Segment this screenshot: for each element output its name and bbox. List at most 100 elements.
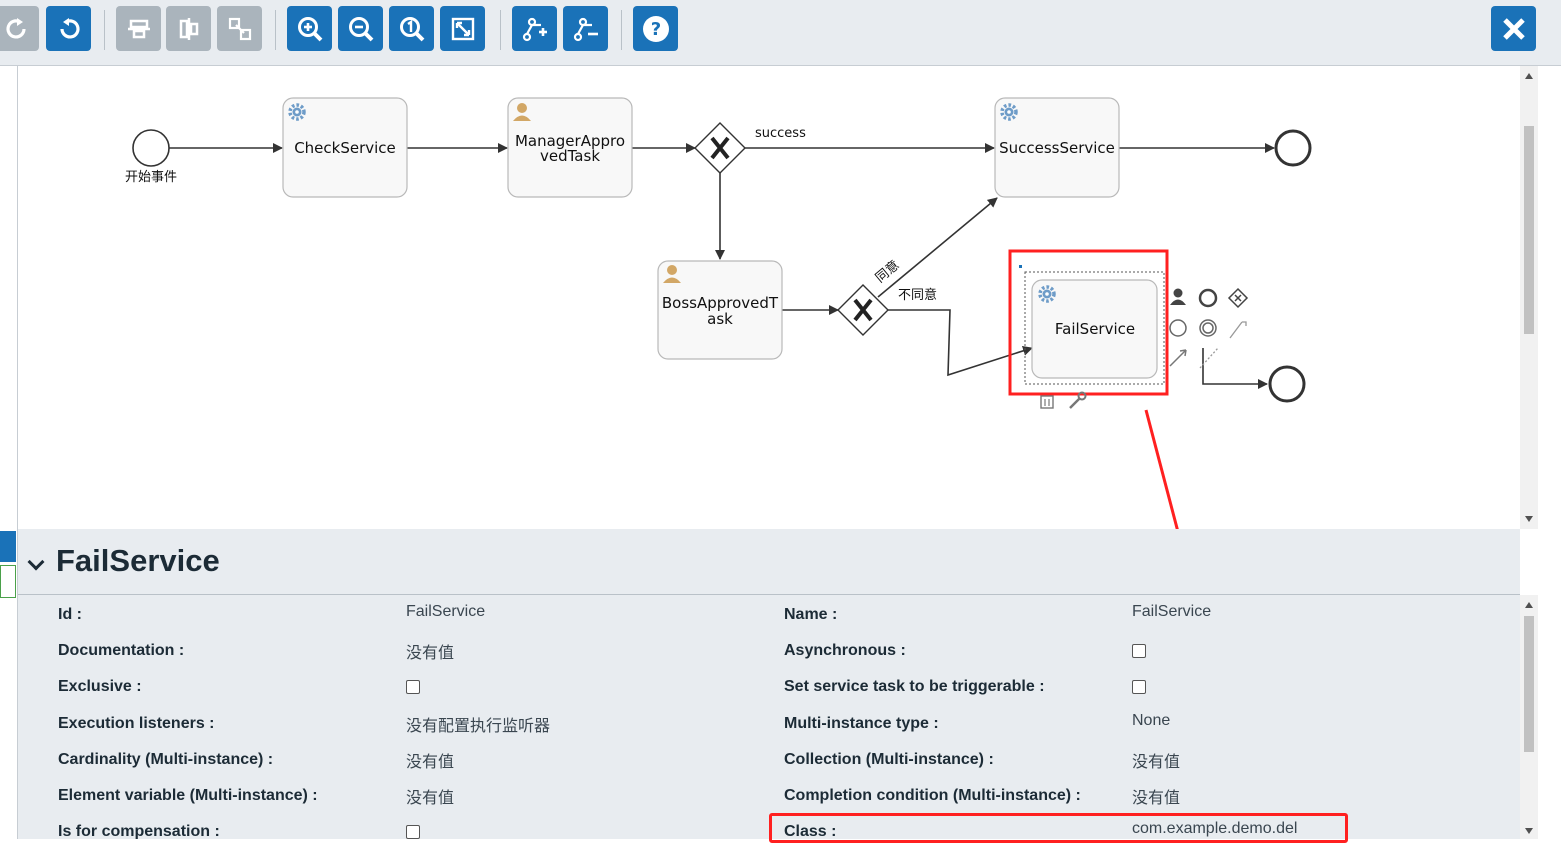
help-icon: ?	[642, 15, 669, 42]
user-task-manager[interactable]: ManagerAppro vedTask	[507, 97, 633, 198]
same-size-icon	[228, 17, 251, 40]
undo-icon	[59, 17, 80, 38]
properties-title: FailService	[56, 543, 220, 578]
add-bendpoint-button[interactable]	[512, 6, 557, 51]
flow-label-agree: 同意	[872, 257, 902, 286]
add-boundary-event-icon[interactable]	[1199, 319, 1217, 337]
add-end-event-icon[interactable]	[1198, 288, 1218, 308]
properties-header[interactable]: FailService	[18, 529, 1520, 595]
property-checkbox[interactable]	[406, 825, 420, 839]
resize-handle[interactable]	[1019, 265, 1022, 268]
property-label: Documentation :	[58, 642, 185, 659]
property-label: Asynchronous :	[784, 642, 906, 659]
zoom-in-button[interactable]	[287, 6, 332, 51]
task-label: SuccessService	[999, 139, 1115, 157]
left-panel-tab[interactable]	[0, 531, 16, 562]
scroll-thumb[interactable]	[1524, 126, 1534, 334]
left-panel-tab-alt[interactable]	[0, 565, 16, 598]
zoom-in-icon	[297, 16, 322, 41]
property-value[interactable]: FailService	[406, 603, 485, 621]
properties-scrollbar[interactable]	[1520, 595, 1538, 839]
bpmn-diagram: 开始事件 success 同意 不同意 CheckService Manager…	[125, 97, 1312, 807]
service-task-success[interactable]: SuccessService	[994, 97, 1120, 198]
flow-agree[interactable]	[877, 197, 998, 298]
property-value[interactable]: 没有值	[406, 748, 454, 772]
end-event-success[interactable]	[1274, 129, 1312, 167]
add-intermediate-event-icon[interactable]	[1169, 319, 1187, 337]
property-label: Name :	[784, 606, 838, 623]
property-label: Element variable (Multi-instance) :	[58, 787, 318, 804]
zoom-fit-icon	[451, 17, 474, 40]
property-value[interactable]: 没有值	[1132, 748, 1180, 772]
zoom-actual-icon	[399, 16, 424, 41]
undo-button[interactable]	[46, 6, 91, 51]
scroll-down-arrow[interactable]	[1525, 828, 1533, 834]
align-horizontal-button[interactable]	[116, 6, 161, 51]
svg-text:?: ?	[650, 19, 660, 40]
add-user-task-icon[interactable]	[1170, 288, 1186, 306]
exclusive-gateway-1[interactable]	[694, 122, 746, 174]
align-vertical-icon	[179, 17, 198, 40]
start-event-label: 开始事件	[125, 170, 177, 185]
toolbar-separator	[275, 10, 276, 50]
toolbar: ?	[0, 0, 1561, 66]
start-event[interactable]	[132, 129, 170, 167]
annotation-arrow	[1144, 409, 1256, 807]
remove-bendpoint-icon	[573, 17, 598, 41]
scroll-up-arrow[interactable]	[1525, 73, 1533, 79]
property-value[interactable]: 没有值	[406, 639, 454, 663]
close-button[interactable]	[1491, 6, 1536, 51]
property-label: Exclusive :	[58, 678, 142, 695]
scroll-up-arrow[interactable]	[1525, 602, 1533, 608]
property-value[interactable]: None	[1132, 712, 1170, 730]
zoom-out-button[interactable]	[338, 6, 383, 51]
scroll-thumb[interactable]	[1524, 616, 1534, 752]
properties-panel: FailService Id : FailService Documentation…	[18, 529, 1520, 839]
toolbar-separator	[104, 10, 105, 50]
property-checkbox[interactable]	[406, 680, 420, 694]
zoom-actual-button[interactable]	[389, 6, 434, 51]
flow-fail-end[interactable]	[1202, 348, 1268, 389]
delete-icon[interactable]	[1040, 395, 1054, 409]
close-icon	[1502, 17, 1525, 40]
end-event-fail[interactable]	[1268, 365, 1306, 403]
property-label: Multi-instance type :	[784, 715, 939, 732]
scroll-down-arrow[interactable]	[1525, 516, 1533, 522]
property-label: Id :	[58, 606, 82, 623]
help-button[interactable]: ?	[633, 6, 678, 51]
zoom-fit-button[interactable]	[440, 6, 485, 51]
property-checkbox[interactable]	[1132, 680, 1146, 694]
task-label: FailService	[1055, 320, 1135, 338]
diagram-canvas[interactable]: 开始事件 success 同意 不同意 CheckService Manager…	[18, 66, 1520, 807]
redo-button[interactable]	[0, 6, 39, 51]
same-size-button[interactable]	[217, 6, 262, 51]
chevron-down-icon[interactable]	[27, 553, 45, 571]
flow-label-success: success	[755, 126, 806, 141]
task-label-line2: vedTask	[540, 147, 600, 165]
service-task-check[interactable]: CheckService	[282, 97, 408, 198]
canvas-scrollbar[interactable]	[1520, 66, 1538, 529]
property-value[interactable]: 没有值	[406, 784, 454, 808]
exclusive-gateway-2[interactable]	[837, 284, 889, 336]
property-value[interactable]: 没有值	[1132, 784, 1180, 808]
property-label: Cardinality (Multi-instance) :	[58, 751, 274, 768]
align-vertical-button[interactable]	[166, 6, 211, 51]
property-value[interactable]: FailService	[1132, 603, 1211, 621]
service-task-fail[interactable]: FailService	[1008, 249, 1169, 396]
property-label: Set service task to be triggerable :	[784, 678, 1045, 695]
toolbar-separator	[621, 10, 622, 50]
add-bendpoint-icon	[522, 17, 547, 41]
property-label: Completion condition (Multi-instance) :	[784, 787, 1081, 804]
user-task-boss[interactable]: BossApprovedT ask	[657, 260, 783, 360]
task-label-line2: ask	[707, 310, 733, 328]
property-value[interactable]: 没有配置执行监听器	[406, 712, 550, 736]
property-checkbox[interactable]	[1132, 644, 1146, 658]
add-gateway-icon[interactable]	[1227, 287, 1249, 309]
task-label: CheckService	[294, 139, 396, 157]
add-association-icon[interactable]	[1229, 321, 1247, 339]
property-label: Is for compensation :	[58, 823, 220, 839]
property-label: Collection (Multi-instance) :	[784, 751, 994, 768]
add-sequence-flow-icon[interactable]	[1169, 349, 1187, 367]
remove-bendpoint-button[interactable]	[563, 6, 608, 51]
toolbar-separator	[500, 10, 501, 50]
